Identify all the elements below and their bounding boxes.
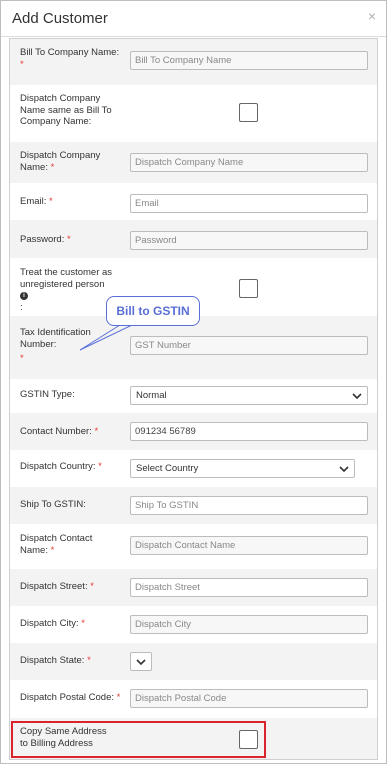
- dispatch-postal-label-text: Dispatch Postal Code:: [20, 692, 114, 703]
- row-email: Email: * Email: [10, 183, 377, 220]
- gstin-type-select[interactable]: Normal: [130, 386, 368, 405]
- required-mark: *: [67, 234, 71, 245]
- row-dispatch-country: Dispatch Country: * Select Country: [10, 450, 377, 487]
- dispatch-contact-label: Dispatch Contact Name: *: [20, 533, 105, 556]
- email-label-text: Email:: [20, 196, 47, 207]
- dispatch-company-label-text: Dispatch Company Name:: [20, 150, 101, 173]
- row-dispatch-same: Dispatch Company Name same as Bill To Co…: [10, 85, 377, 142]
- close-icon[interactable]: ×: [368, 8, 376, 24]
- dispatch-same-checkbox[interactable]: [239, 103, 258, 122]
- required-mark: *: [20, 353, 24, 364]
- email-input[interactable]: Email: [130, 194, 368, 213]
- tax-id-label: Tax Identification Number: *: [20, 327, 105, 365]
- password-input[interactable]: Password: [130, 231, 368, 250]
- dispatch-state-select[interactable]: [130, 652, 152, 671]
- dispatch-state-label: Dispatch State: *: [20, 655, 120, 667]
- contact-number-input[interactable]: 091234 56789: [130, 422, 368, 441]
- unregistered-suffix: :: [20, 301, 23, 313]
- required-mark: *: [90, 581, 94, 592]
- row-password: Password: * Password: [10, 220, 377, 258]
- chevron-down-icon: [136, 659, 146, 666]
- bill-to-company-input[interactable]: Bill To Company Name: [130, 51, 368, 70]
- gst-number-input[interactable]: GST Number: [130, 336, 368, 355]
- dispatch-contact-input[interactable]: Dispatch Contact Name: [130, 536, 368, 555]
- dispatch-company-input[interactable]: Dispatch Company Name: [130, 153, 368, 172]
- required-mark: *: [50, 161, 55, 173]
- customer-form: Bill To Company Name: * Bill To Company …: [9, 38, 378, 760]
- bill-to-company-label: Bill To Company Name: *: [20, 47, 120, 70]
- dispatch-state-label-text: Dispatch State:: [20, 655, 85, 666]
- dispatch-country-label: Dispatch Country: *: [20, 461, 120, 473]
- chevron-down-icon: [339, 466, 349, 473]
- tax-id-label-text: Tax Identification Number:: [20, 327, 91, 350]
- dispatch-street-label: Dispatch Street: *: [20, 581, 120, 593]
- contact-number-label: Contact Number: *: [20, 426, 120, 438]
- dispatch-postal-input[interactable]: Dispatch Postal Code: [130, 689, 368, 708]
- required-mark: *: [20, 58, 24, 70]
- row-dispatch-company: Dispatch Company Name: * Dispatch Compan…: [10, 142, 377, 183]
- unregistered-label: Treat the customer as unregistered perso…: [20, 267, 115, 313]
- dispatch-same-label: Dispatch Company Name same as Bill To Co…: [20, 93, 112, 127]
- row-contact-number: Contact Number: * 091234 56789: [10, 413, 377, 450]
- unregistered-checkbox[interactable]: [239, 279, 258, 298]
- ship-to-gstin-input[interactable]: Ship To GSTIN: [130, 496, 368, 515]
- row-dispatch-state: Dispatch State: *: [10, 643, 377, 680]
- required-mark: *: [49, 196, 53, 207]
- gstin-type-label: GSTIN Type:: [20, 389, 75, 400]
- required-mark: *: [94, 426, 99, 437]
- row-dispatch-postal: Dispatch Postal Code: * Dispatch Postal …: [10, 680, 377, 718]
- row-gstin-type: GSTIN Type: Normal: [10, 379, 377, 413]
- bill-to-gstin-callout: Bill to GSTIN: [106, 296, 200, 326]
- unregistered-label-text: Treat the customer as unregistered perso…: [20, 267, 113, 290]
- password-label: Password: *: [20, 234, 120, 246]
- dispatch-country-select[interactable]: Select Country: [130, 459, 355, 478]
- row-dispatch-city: Dispatch City: * Dispatch City: [10, 606, 377, 643]
- dispatch-city-input[interactable]: Dispatch City: [130, 615, 368, 634]
- row-dispatch-street: Dispatch Street: * Dispatch Street: [10, 569, 377, 606]
- dispatch-city-label: Dispatch City: *: [20, 618, 120, 630]
- dispatch-street-label-text: Dispatch Street:: [20, 581, 88, 592]
- required-mark: *: [50, 544, 55, 556]
- dispatch-street-input[interactable]: Dispatch Street: [130, 578, 368, 597]
- required-mark: *: [87, 655, 91, 666]
- contact-number-label-text: Contact Number:: [20, 426, 92, 437]
- row-ship-to-gstin: Ship To GSTIN: Ship To GSTIN: [10, 487, 377, 524]
- gstin-type-value: Normal: [136, 390, 167, 401]
- dispatch-contact-label-text: Dispatch Contact Name:: [20, 533, 93, 556]
- required-mark: *: [81, 618, 85, 629]
- required-mark: *: [98, 461, 102, 472]
- row-bill-to-company: Bill To Company Name: * Bill To Company …: [10, 39, 377, 85]
- ship-to-gstin-label: Ship To GSTIN:: [20, 499, 86, 510]
- password-label-text: Password:: [20, 234, 65, 245]
- info-icon[interactable]: i: [20, 292, 28, 300]
- dispatch-company-label: Dispatch Company Name: *: [20, 150, 120, 173]
- bill-to-company-label-text: Bill To Company Name:: [20, 47, 120, 58]
- email-label: Email: *: [20, 196, 120, 208]
- dispatch-country-value: Select Country: [136, 463, 199, 474]
- copy-address-highlight-box: [11, 721, 266, 758]
- row-dispatch-contact: Dispatch Contact Name: * Dispatch Contac…: [10, 524, 377, 569]
- dispatch-postal-label: Dispatch Postal Code: *: [20, 692, 130, 704]
- chevron-down-icon: [352, 393, 362, 400]
- dispatch-country-label-text: Dispatch Country:: [20, 461, 96, 472]
- modal-title: Add Customer: [12, 10, 108, 27]
- dispatch-city-label-text: Dispatch City:: [20, 618, 79, 629]
- required-mark: *: [116, 692, 121, 703]
- modal-header: Add Customer ×: [1, 1, 386, 37]
